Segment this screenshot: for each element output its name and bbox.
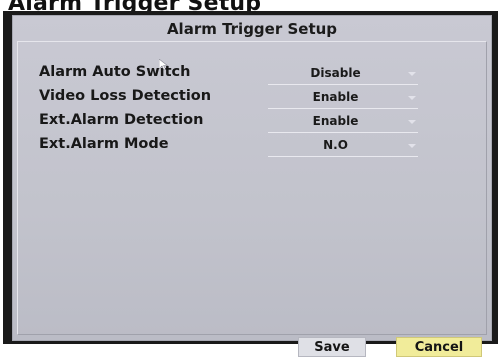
dvr-screen: Alarm Trigger Setup Alarm Auto Switch Di… — [3, 11, 498, 357]
cancel-button[interactable]: Cancel — [396, 337, 482, 357]
dialog-title: Alarm Trigger Setup — [166, 20, 338, 38]
alarm-auto-switch-select[interactable]: Disable — [268, 64, 418, 85]
alarm-trigger-dialog: Alarm Trigger Setup Alarm Auto Switch Di… — [12, 15, 492, 357]
setting-label: Ext.Alarm Mode — [39, 136, 169, 152]
select-value: N.O — [323, 138, 348, 152]
video-loss-detection-select[interactable]: Enable — [268, 88, 418, 109]
settings-frame: Alarm Auto Switch Disable Video Loss Det… — [17, 41, 488, 357]
chevron-down-icon — [408, 96, 416, 100]
chevron-down-icon — [408, 120, 416, 124]
mouse-pointer-icon — [159, 59, 169, 71]
select-value: Disable — [310, 66, 361, 80]
select-value: Enable — [312, 114, 359, 128]
ext-alarm-detection-select[interactable]: Enable — [268, 112, 418, 133]
setting-label: Ext.Alarm Detection — [39, 112, 204, 128]
ext-alarm-mode-select[interactable]: N.O — [268, 136, 418, 157]
select-value: Enable — [312, 90, 359, 104]
setting-label: Video Loss Detection — [39, 88, 212, 104]
setting-row-video-loss-detection: Video Loss Detection Enable — [18, 87, 488, 111]
chevron-down-icon — [408, 144, 416, 148]
save-button[interactable]: Save — [298, 337, 366, 357]
setting-row-ext-alarm-mode: Ext.Alarm Mode N.O — [18, 135, 488, 159]
setting-row-ext-alarm-detection: Ext.Alarm Detection Enable — [18, 111, 488, 135]
setting-row-alarm-auto-switch: Alarm Auto Switch Disable — [18, 63, 488, 87]
chevron-down-icon — [408, 72, 416, 76]
